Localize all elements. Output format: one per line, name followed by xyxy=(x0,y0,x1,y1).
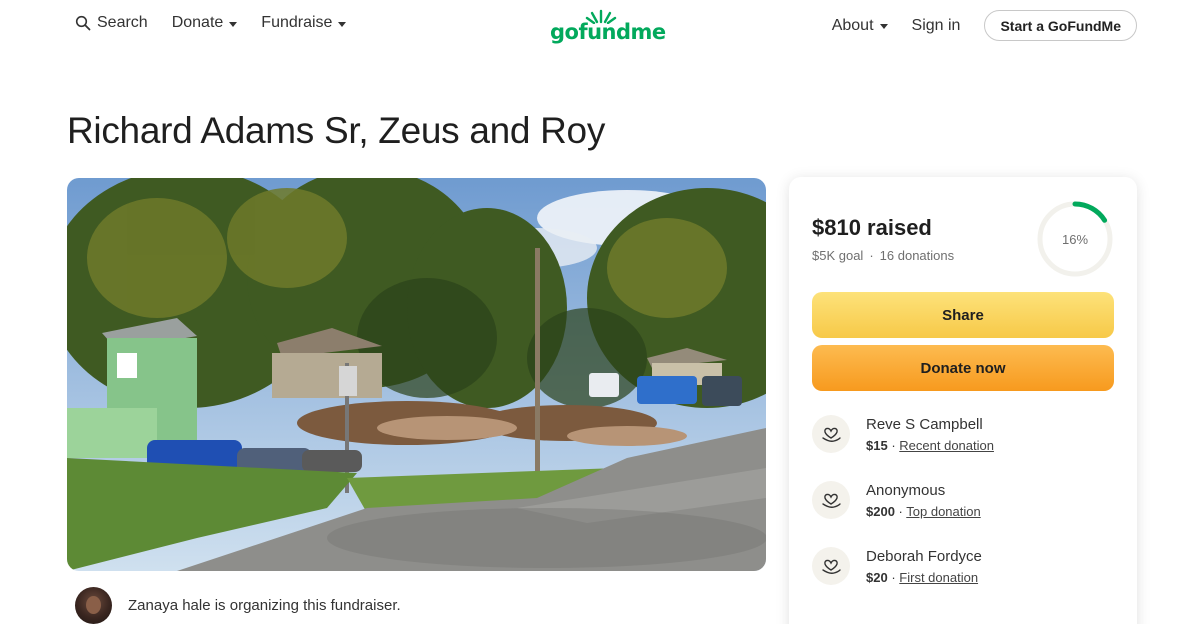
chevron-down-icon xyxy=(338,21,347,27)
chevron-down-icon xyxy=(229,21,238,27)
donor-name: Reve S Campbell xyxy=(866,416,983,433)
heart-hand-icon xyxy=(812,481,850,519)
organizer-row: Zanaya hale is organizing this fundraise… xyxy=(75,587,401,624)
logo-text: gofundme xyxy=(550,20,666,44)
nav-right: About Sign in Start a GoFundMe xyxy=(832,10,1137,41)
heart-hand-icon xyxy=(812,547,850,585)
search-icon xyxy=(75,15,91,31)
about-menu[interactable]: About xyxy=(832,17,888,35)
donor-detail: $200 · Top donation xyxy=(866,504,981,519)
site-header: Search Donate Fundraise gofundme About S… xyxy=(0,0,1200,50)
signin-link[interactable]: Sign in xyxy=(912,17,961,35)
organizer-avatar[interactable] xyxy=(75,587,112,624)
goal-meta: $5K goal · 16 donations xyxy=(812,248,954,263)
goal-amount: $5K goal xyxy=(812,248,864,263)
about-menu-label: About xyxy=(831,16,874,34)
organizer-text: Zanaya hale is organizing this fundraise… xyxy=(128,597,401,614)
donor-name: Deborah Fordyce xyxy=(866,548,982,565)
donate-now-button[interactable]: Donate now xyxy=(812,345,1114,391)
donor-name: Anonymous xyxy=(866,482,946,499)
donor-amount: $200 xyxy=(866,504,895,519)
meta-separator: · xyxy=(869,248,874,263)
donor-tag-link[interactable]: First donation xyxy=(899,570,978,585)
donate-menu[interactable]: Donate xyxy=(172,14,238,32)
donation-count: 16 donations xyxy=(879,248,955,263)
heart-hand-icon xyxy=(812,415,850,453)
donor-detail: $15 · Recent donation xyxy=(866,438,994,453)
fundraise-menu-label: Fundraise xyxy=(261,14,333,31)
donation-card: $810 raised $5K goal · 16 donations 16% … xyxy=(789,177,1137,624)
campaign-hero-image[interactable] xyxy=(67,178,766,571)
donor-tag-link[interactable]: Recent donation xyxy=(899,438,994,453)
progress-label: 16% xyxy=(1061,231,1089,247)
search-link[interactable]: Search xyxy=(75,14,148,32)
donor-tag-link[interactable]: Top donation xyxy=(906,504,980,519)
donor-detail: $20 · First donation xyxy=(866,570,979,585)
start-gofundme-button[interactable]: Start a GoFundMe xyxy=(984,10,1137,41)
donor-amount: $15 xyxy=(866,438,888,453)
donor-item: Anonymous $200 · Top donation xyxy=(812,481,1112,529)
campaign-title: Richard Adams Sr, Zeus and Roy xyxy=(67,110,606,151)
gofundme-logo[interactable]: gofundme xyxy=(550,6,666,46)
amount-raised: $810 raised xyxy=(812,215,932,240)
donor-amount: $20 xyxy=(866,570,888,585)
donor-item: Reve S Campbell $15 · Recent donation xyxy=(812,415,1112,463)
donate-menu-label: Donate xyxy=(171,14,224,31)
fundraise-menu[interactable]: Fundraise xyxy=(261,14,347,32)
donor-item: Deborah Fordyce $20 · First donation xyxy=(812,547,1112,595)
nav-left: Search Donate Fundraise xyxy=(75,14,347,32)
chevron-down-icon xyxy=(879,24,888,29)
hero-scene xyxy=(67,178,766,571)
signin-label: Sign in xyxy=(911,16,961,34)
search-label: Search xyxy=(97,14,148,31)
share-button[interactable]: Share xyxy=(812,292,1114,338)
